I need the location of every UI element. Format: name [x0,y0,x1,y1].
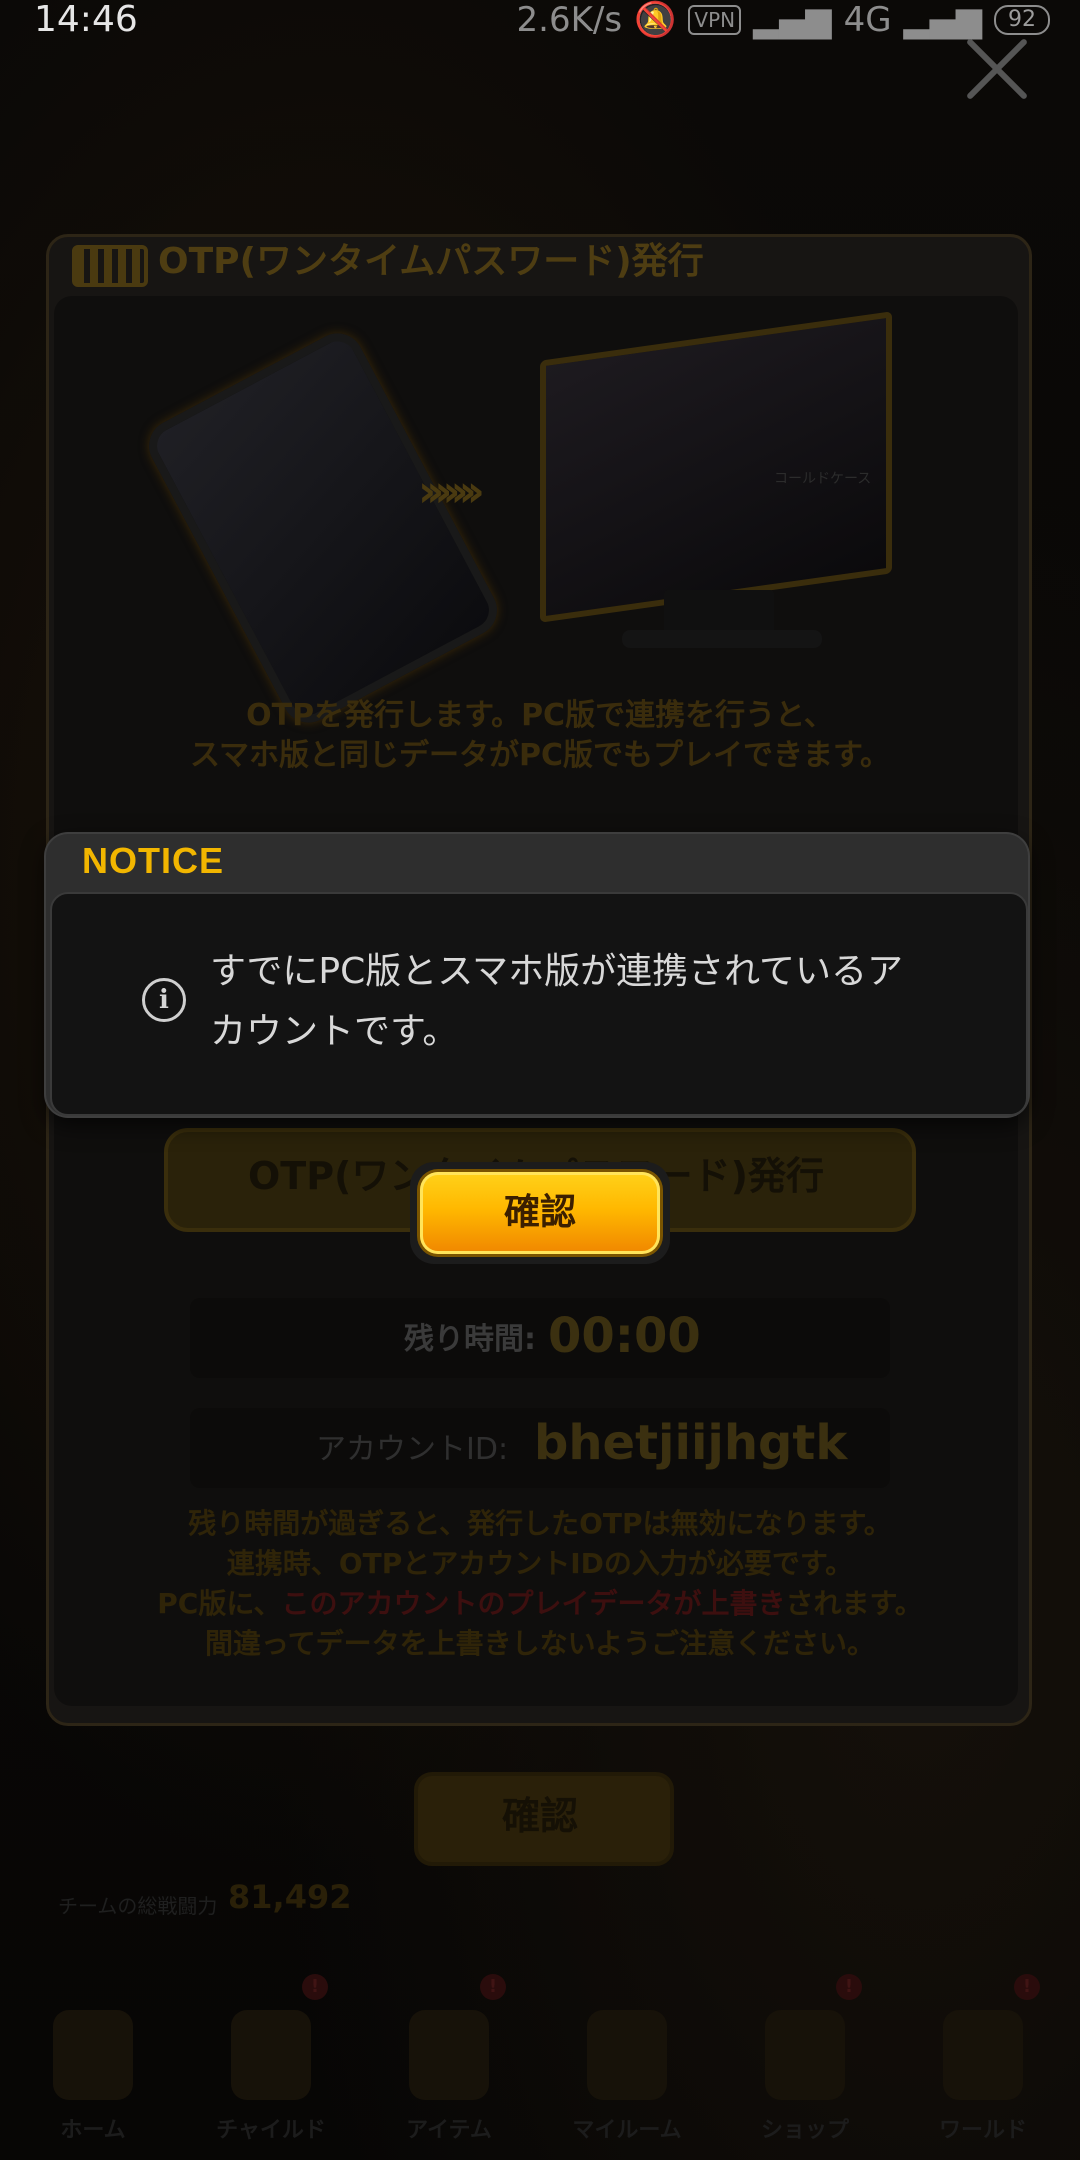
otp-description-line-2: スマホ版と同じデータがPC版でもプレイできます。 [189,738,891,773]
notice-message: すでにPC版とスマホ版が連携されているアカウントです。 [210,951,904,1052]
otp-panel-title: OTP(ワンタイムパスワード)発行 [158,241,704,282]
team-power-value: 81,492 [228,1878,352,1916]
warning-line-3: PC版に、このアカウントのプレイデータが上書きされます。 [157,1587,923,1620]
home-icon [53,2010,133,2100]
child-icon [231,2010,311,2100]
status-time: 14:46 [34,0,138,40]
emblem-icon [587,2010,667,2100]
nav-shop: ! ショップ [730,1974,880,2150]
confirm-button-label[interactable]: 確認 [420,1172,660,1254]
team-power-label: チームの総戦闘力 [58,1894,218,1918]
sword-icon [409,2010,489,2100]
remaining-time-label: 残り時間: [404,1322,536,1357]
signal-icon: ▂▄▆ [753,0,832,40]
nav-myroom: マイルーム [552,2000,702,2150]
nav-child: ! チャイルド [196,1974,346,2150]
bag-icon [765,2010,845,2100]
remaining-time-value: 00:00 [548,1308,701,1364]
account-id-label: アカウントID: [316,1432,509,1467]
nav-home: ホーム [18,2000,168,2150]
status-bar: 14:46 2.6K/s 🔕 VPN ▂▄▆ 4G ▂▄▆ 92 [0,0,1080,44]
keypad-icon [72,245,148,287]
pc-monitor-illustration [540,311,892,623]
otp-warning: 残り時間が過ぎると、発行したOTPは無効になります。 連携時、OTPとアカウント… [70,1504,1010,1664]
warning-line-4: 間違ってデータを上書きしないようご注意ください。 [204,1627,876,1660]
warning-line-2: 連携時、OTPとアカウントIDの入力が必要です。 [226,1547,854,1580]
warning-line-1: 残り時間が過ぎると、発行したOTPは無効になります。 [188,1507,892,1540]
network-type: 4G [843,0,892,40]
battery-indicator: 92 [994,5,1050,35]
remaining-time-box [190,1298,890,1378]
net-speed: 2.6K/s [516,0,623,40]
otp-description-line-1: OTPを発行します。PC版で連携を行うと、 [246,698,834,733]
mute-icon: 🔕 [634,0,677,40]
monitor-base [622,630,822,648]
account-id-value: bhetjiijhgtk [534,1415,848,1471]
panel-confirm-button-label: 確認 [501,1794,578,1838]
nav-world: ! ワールド [908,1974,1058,2150]
alert-badge: ! [836,1974,862,2000]
bottom-navigation: ホーム ! チャイルド ! アイテム マイルーム ! ショップ ! ワールド [0,1974,1080,2160]
confirm-button-face[interactable]: 確認 [420,1172,660,1254]
arrow-icon: ››››››› [418,466,485,517]
confirm-button[interactable]: 確認 [410,1162,670,1264]
alert-badge: ! [480,1974,506,2000]
alert-badge: ! [1014,1974,1040,2000]
monitor-caption: コールドケース [774,471,872,487]
notice-title: NOTICE [82,840,225,881]
close-icon[interactable] [962,34,1032,104]
otp-description: OTPを発行します。PC版で連携を行うと、 スマホ版と同じデータがPC版でもプレ… [80,696,1000,776]
vpn-badge: VPN [688,5,742,35]
shield-icon [943,2010,1023,2100]
alert-badge: ! [302,1974,328,2000]
info-icon: i [142,978,186,1022]
nav-item: ! アイテム [374,1974,524,2150]
